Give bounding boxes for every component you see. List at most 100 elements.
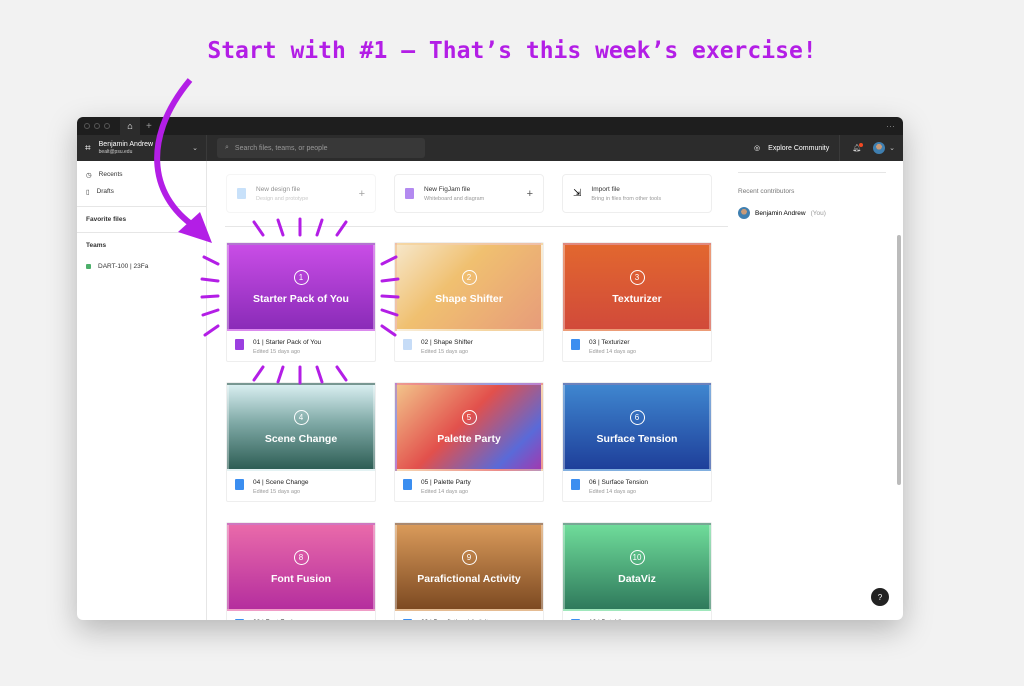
figma-logo-icon: ⌗ — [85, 142, 91, 154]
file-name: 10 | DataViz — [589, 619, 624, 620]
exercise-number: 5 — [461, 409, 477, 425]
action-0[interactable]: New design file Design and prototype + — [226, 174, 376, 213]
user-name: Benjamin Andrew — [98, 141, 154, 148]
label: DART-100 | 23Fa — [98, 263, 149, 270]
exercise-number: 8 — [293, 549, 309, 565]
favorite-files-heading: Favorite files — [77, 206, 206, 232]
chevron-down-icon: ⌄ — [192, 145, 198, 152]
file-thumbnail: 6 Surface Tension — [563, 383, 711, 471]
file-name: 05 | Palette Party — [421, 479, 471, 486]
sidebar-item-team[interactable]: DART-100 | 23Fa — [77, 258, 206, 275]
recent-contributors-heading: Recent contributors — [738, 188, 795, 195]
scrollbar[interactable] — [897, 235, 901, 485]
sidebar: ◷ Recents ▯ Drafts Favorite files Teams DA… — [77, 161, 207, 620]
home-tab[interactable]: ⌂ — [120, 117, 140, 135]
file-card[interactable]: 5 Palette Party 05 | Palette Party Edited … — [394, 382, 544, 502]
file-type-icon — [571, 339, 580, 350]
exercise-number: 6 — [629, 409, 645, 425]
chevron-down-icon[interactable]: ⌄ — [889, 144, 895, 152]
thumbnail-title: Font Fusion — [270, 572, 332, 585]
file-type-icon — [235, 479, 244, 490]
label: Recents — [98, 171, 123, 178]
file-edited: Edited 15 days ago — [253, 349, 301, 355]
app-window: ⌂ + ··· ⌗ Benjamin Andrew bealt@psu.edu ⌄… — [77, 117, 903, 620]
home-icon: ⌂ — [127, 121, 133, 131]
window-controls[interactable] — [77, 123, 110, 129]
plus-icon: + — [526, 187, 533, 200]
help-button[interactable]: ? — [871, 588, 889, 606]
action-subtitle: Design and prototype — [256, 195, 309, 202]
title-bar: ⌂ + ··· — [77, 117, 903, 135]
thumbnail-title: Texturizer — [612, 292, 662, 305]
right-panel: Recent contributors Benjamin Andrew (You) — [738, 161, 886, 219]
contributor[interactable]: Benjamin Andrew (You) — [738, 207, 886, 219]
sidebar-item-drafts[interactable]: ▯ Drafts — [77, 183, 206, 200]
action-title: New design file — [256, 185, 301, 193]
exercise-number: 9 — [461, 549, 477, 565]
file-type-icon — [403, 479, 412, 490]
exercise-number: 2 — [461, 269, 477, 285]
file-thumbnail: 4 Scene Change — [227, 383, 375, 471]
clock-icon: ◷ — [86, 171, 92, 179]
file-name: 08 | Font Fusion — [253, 619, 300, 620]
file-card[interactable]: 2 Shape Shifter 02 | Shape Shifter Edited … — [394, 242, 544, 362]
exercise-number: 4 — [293, 409, 309, 425]
you-label: (You) — [810, 209, 826, 217]
account-switcher[interactable]: ⌗ Benjamin Andrew bealt@psu.edu ⌄ — [77, 135, 207, 161]
action-1[interactable]: New FigJam file Whiteboard and diagram + — [394, 174, 544, 213]
file-type-icon — [571, 479, 580, 490]
import-icon: ⇲ — [573, 188, 582, 199]
file-thumbnail: 9 Parafictional Activity — [395, 523, 543, 611]
file-card[interactable]: 1 Starter Pack of You 01 | Starter Pack o… — [226, 242, 376, 362]
thumbnail-title: Shape Shifter — [435, 292, 503, 305]
thumbnail-title: Palette Party — [437, 432, 501, 445]
file-type-icon — [405, 188, 414, 199]
main-content: New design file Design and prototype + New … — [208, 161, 728, 620]
file-card[interactable]: 6 Surface Tension 06 | Surface Tension Edi… — [562, 382, 712, 502]
explore-label: Explore Community — [768, 144, 830, 152]
file-name: 02 | Shape Shifter — [421, 339, 473, 346]
file-edited: Edited 15 days ago — [253, 489, 301, 495]
thumbnail-title: Surface Tension — [596, 432, 678, 445]
action-subtitle: Bring in files from other tools — [591, 195, 662, 202]
action-2[interactable]: ⇲ Import file Bring in files from other to… — [562, 174, 712, 213]
teams-heading: Teams — [77, 232, 206, 258]
file-name: 09 | Parafictional Activity — [421, 619, 491, 620]
file-name: 04 | Scene Change — [253, 479, 309, 486]
file-card[interactable]: 8 Font Fusion 08 | Font Fusion — [226, 522, 376, 620]
sidebar-item-recents[interactable]: ◷ Recents — [77, 166, 206, 183]
file-card[interactable]: 3 Texturizer 03 | Texturizer Edited 14 day… — [562, 242, 712, 362]
new-tab-button[interactable]: + — [146, 121, 152, 132]
thumbnail-title: Parafictional Activity — [417, 572, 521, 585]
file-card[interactable]: 9 Parafictional Activity 09 | Parafiction… — [394, 522, 544, 620]
search-placeholder: Search files, teams, or people — [234, 144, 328, 152]
divider — [225, 226, 728, 227]
team-color-icon — [86, 264, 91, 269]
exercise-number: 10 — [629, 549, 645, 565]
exercise-number: 1 — [293, 269, 309, 285]
action-title: New FigJam file — [424, 185, 471, 193]
contributor-name: Benjamin Andrew — [755, 209, 806, 217]
file-type-icon — [403, 339, 412, 350]
file-card[interactable]: 4 Scene Change 04 | Scene Change Edited 15… — [226, 382, 376, 502]
file-type-icon — [235, 619, 244, 620]
explore-community-button[interactable]: ◎ Explore Community — [754, 135, 841, 161]
file-edited: Edited 14 days ago — [589, 349, 637, 355]
avatar[interactable] — [873, 142, 886, 154]
file-type-icon — [237, 188, 246, 199]
action-subtitle: Whiteboard and diagram — [424, 195, 485, 202]
avatar — [738, 207, 750, 219]
file-thumbnail: 2 Shape Shifter — [395, 243, 543, 331]
file-thumbnail: 3 Texturizer — [563, 243, 711, 331]
file-name: 06 | Surface Tension — [589, 479, 649, 486]
header: ⌗ Benjamin Andrew bealt@psu.edu ⌄ ⌕ Search… — [77, 135, 903, 161]
globe-icon: ◎ — [754, 145, 761, 152]
search-input[interactable]: ⌕ Search files, teams, or people — [217, 138, 425, 158]
thumbnail-title: DataViz — [618, 572, 656, 585]
more-icon[interactable]: ··· — [886, 121, 895, 131]
file-card[interactable]: 10 DataViz 10 | DataViz — [562, 522, 712, 620]
action-title: Import file — [591, 185, 620, 193]
exercise-number: 3 — [629, 269, 645, 285]
notifications-button[interactable]: 🔔︎ — [840, 143, 873, 152]
file-type-icon — [571, 619, 580, 620]
